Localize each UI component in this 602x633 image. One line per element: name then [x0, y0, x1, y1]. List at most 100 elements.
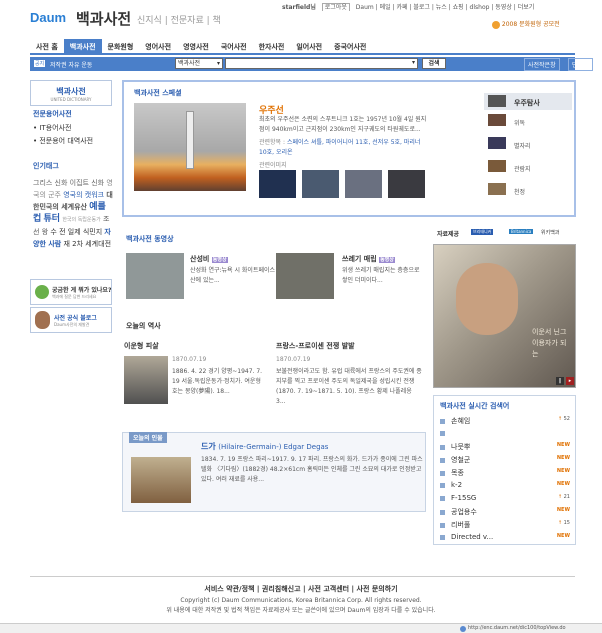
- util-link-mail[interactable]: 메일: [380, 4, 391, 11]
- tag[interactable]: 재: [63, 240, 69, 248]
- footer-link-terms[interactable]: 서비스 약관/정책: [204, 585, 254, 593]
- util-link-blog[interactable]: 블로그: [413, 4, 430, 11]
- footer-link-support[interactable]: 사전 고객센터: [308, 585, 349, 593]
- daum-logo[interactable]: Daum: [30, 10, 66, 25]
- logout-button[interactable]: 로그아웃: [321, 3, 350, 11]
- person-name[interactable]: 드가 (Hilaire-Germain-) Edgar Degas: [201, 441, 328, 452]
- rocket-launch-image[interactable]: [134, 103, 246, 191]
- video-title[interactable]: 산성비 동영상: [190, 254, 228, 264]
- mini-dict-button[interactable]: 사전작은창: [524, 58, 560, 71]
- list-item[interactable]: F-15SG ↑ 21: [440, 494, 570, 507]
- brand-box: 백과사전 UNITED DICTIONARY: [30, 80, 112, 106]
- gnav-chinese[interactable]: 중국어사전: [328, 39, 372, 53]
- tag[interactable]: 왕: [42, 228, 48, 236]
- util-link-daum[interactable]: Daum: [356, 4, 374, 11]
- rank-bullet: [440, 482, 445, 488]
- related-image-earth[interactable]: [259, 170, 296, 198]
- next-icon[interactable]: ▸: [566, 377, 574, 385]
- list-item[interactable]: 리버풀 ↑ 15: [440, 520, 570, 533]
- util-link-more[interactable]: 더보기: [518, 4, 535, 11]
- link-it-dict[interactable]: • IT용어사전: [33, 123, 113, 133]
- search-input[interactable]: ▾: [225, 58, 418, 69]
- blog-banner[interactable]: 사전 공식 블로그 Daum사전의 재발견: [30, 307, 112, 333]
- list-item[interactable]: [440, 429, 570, 442]
- video-thumb[interactable]: [126, 253, 184, 299]
- britannica-en-logo[interactable]: Britannica: [509, 229, 534, 234]
- tag[interactable]: 튜터: [44, 214, 61, 224]
- promo-banner[interactable]: 2008 문화원형 공모전: [492, 19, 560, 29]
- history-title[interactable]: 이운형 피살: [124, 341, 159, 351]
- special-dict-title[interactable]: 전문용어사전: [33, 109, 113, 119]
- list-item[interactable]: 영철군 NEW: [440, 455, 570, 468]
- gnav-encyclopedia[interactable]: 백과사전: [63, 39, 102, 53]
- util-link-cafe[interactable]: 카페: [396, 4, 407, 11]
- history-photo[interactable]: [124, 356, 168, 404]
- britannica-logo[interactable]: 브리태니커: [471, 229, 494, 235]
- footer-link-report[interactable]: 권리침해신고: [262, 585, 301, 593]
- tag[interactable]: 영국의: [63, 191, 82, 199]
- related-image-moon[interactable]: [388, 170, 425, 198]
- ad-photo[interactable]: 이운서 닌그 이용자가 되는 ‖ ▸: [433, 244, 576, 388]
- gnav-korean[interactable]: 국어사전: [215, 39, 253, 53]
- util-link-news[interactable]: 뉴스: [436, 4, 447, 11]
- gnav-englishenglish[interactable]: 영영사전: [177, 39, 215, 53]
- history-item[interactable]: 프랑스-프로이센 전쟁 발발 1870.07.19 보불전쟁이라고도 함. 유럽…: [276, 341, 426, 409]
- video-item[interactable]: 산성비 동영상 산성화 연구:뉴욕 시 화이트페이스 산에 있는...: [126, 253, 276, 301]
- history-item[interactable]: 이운형 피살 1870.07.19 1886. 4. 22 경기 양평~1947…: [122, 341, 270, 409]
- video-badge: 동영상: [211, 257, 228, 263]
- list-item[interactable]: 공업용수 NEW: [440, 507, 570, 520]
- menu-thumb: [488, 95, 506, 107]
- link-term-dict[interactable]: • 전문용어 대역사전: [33, 136, 113, 146]
- gnav-culture[interactable]: 문화원형: [102, 39, 140, 53]
- video-item[interactable]: 쓰레기 매립 동영상 위생 쓰레기 매립지는 층층으로 쌓인 더미이다...: [276, 253, 426, 301]
- wikipedia-logo[interactable]: 위키백과: [541, 229, 559, 236]
- tag[interactable]: 이집트 신화: [70, 179, 104, 187]
- notice-tag: 공지: [34, 60, 46, 67]
- tag[interactable]: 캣워크: [85, 191, 104, 199]
- notice-link[interactable]: 저작권 자유 운동: [50, 60, 92, 69]
- footer-link-contact[interactable]: 사전 문의하기: [357, 585, 398, 593]
- list-item[interactable]: Directed v... NEW: [440, 533, 570, 546]
- tag[interactable]: 한국의 독립운동가: [62, 217, 100, 223]
- rank-bullet: [440, 509, 445, 515]
- rocket-icon: [186, 111, 194, 169]
- tag[interactable]: 예를: [89, 202, 106, 212]
- tag[interactable]: 컵: [33, 214, 41, 224]
- sub-link-jeonmun[interactable]: 전문자료: [171, 16, 204, 26]
- degas-painting-image[interactable]: [131, 457, 191, 503]
- gnav-japanese[interactable]: 일어사전: [290, 39, 328, 53]
- tag[interactable]: 2차 세계대전: [72, 240, 111, 248]
- pause-icon[interactable]: ‖: [556, 377, 564, 385]
- tag[interactable]: 전: [59, 228, 65, 236]
- tag[interactable]: 일제 식민지: [68, 228, 102, 236]
- list-item[interactable]: 손혜임 ↑ 52: [440, 416, 570, 429]
- util-link-dlshop[interactable]: dlshop: [470, 4, 490, 11]
- question-banner[interactable]: 궁금한 게 뭐가 있나요? 백과에 질문 답변 드리세요: [30, 279, 112, 305]
- list-item[interactable]: 목종 NEW: [440, 468, 570, 481]
- gnav-home[interactable]: 사전 홈: [30, 39, 64, 53]
- gnav-english[interactable]: 영어사전: [139, 39, 177, 53]
- list-item[interactable]: k-2 NEW: [440, 481, 570, 494]
- list-item[interactable]: 나뭇뿌 NEW: [440, 442, 570, 455]
- page-title[interactable]: 백과사전: [76, 8, 131, 29]
- tag[interactable]: 그리스 신화: [33, 179, 67, 187]
- wordbook-button[interactable]: 단어장: [568, 58, 593, 71]
- global-nav: 사전 홈 백과사전 문화원형 영어사전 영영사전 국어사전 한자사전 일어사전 중국어사전: [30, 39, 575, 55]
- menu-thumb: [488, 114, 506, 126]
- chevron-down-icon: ▾: [216, 60, 220, 67]
- related-image-planet[interactable]: [302, 170, 339, 198]
- special-box: 백과사전 스페셜 우주선 최초의 우주선은 소련의 스푸트니크 1호는 1957…: [122, 80, 576, 217]
- related-image-station[interactable]: [345, 170, 382, 198]
- tag[interactable]: 수: [50, 228, 56, 236]
- search-category-select[interactable]: 백과사전 ▾: [175, 58, 223, 69]
- sub-link-sinjisik[interactable]: 신지식: [137, 16, 162, 26]
- tags-title: 인기태그: [33, 162, 59, 170]
- video-thumb[interactable]: [276, 253, 334, 299]
- history-title[interactable]: 프랑스-프로이센 전쟁 발발: [276, 341, 355, 351]
- sub-link-book[interactable]: 책: [213, 16, 221, 26]
- gnav-hanja[interactable]: 한자사전: [253, 39, 291, 53]
- search-button[interactable]: 검색: [422, 58, 446, 69]
- util-link-video[interactable]: 동영상: [495, 4, 512, 11]
- video-title[interactable]: 쓰레기 매립 동영상: [342, 254, 395, 264]
- util-link-shop[interactable]: 쇼핑: [453, 4, 464, 11]
